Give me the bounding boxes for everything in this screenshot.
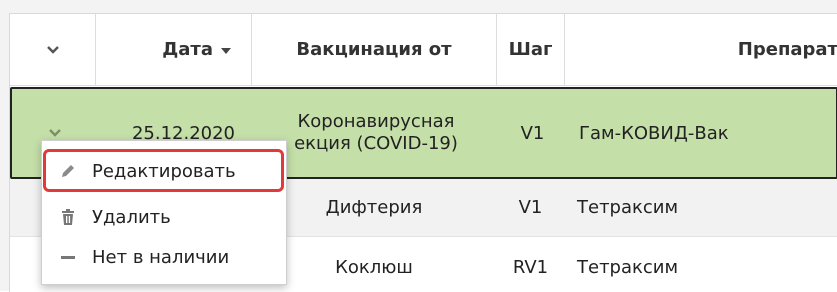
- cell-step: V1: [520, 122, 545, 144]
- expand-all-toggle[interactable]: [10, 14, 95, 85]
- table-header: Дата Вакцинация от Шаг Препарат: [10, 14, 837, 86]
- cell-vaccination: Коронавирусная екция (COVID-19): [254, 89, 498, 177]
- cell-vaccination-line1: Коронавирусная: [297, 111, 455, 132]
- cell-vaccination: Коклюш: [335, 256, 413, 278]
- minus-icon: [58, 247, 78, 267]
- cell-step: V1: [518, 197, 543, 218]
- row-context-menu: Редактировать Удалить Нет в наличии: [41, 140, 287, 285]
- column-header-date[interactable]: Дата: [96, 14, 251, 85]
- menu-item-edit[interactable]: Редактировать: [42, 151, 286, 191]
- cell-drug: Тетраксим: [577, 256, 679, 278]
- trash-icon: [58, 207, 78, 227]
- column-header-drug[interactable]: Препарат: [565, 14, 837, 85]
- sort-desc-icon: [221, 47, 231, 54]
- column-header-vaccination[interactable]: Вакцинация от: [252, 14, 496, 85]
- menu-item-out-of-stock[interactable]: Нет в наличии: [42, 237, 286, 277]
- menu-item-delete[interactable]: Удалить: [42, 197, 286, 237]
- cell-drug: Тетраксим: [577, 197, 679, 218]
- page-background: Дата Вакцинация от Шаг Препарат 25.12.20…: [0, 0, 837, 292]
- menu-item-delete-label: Удалить: [92, 206, 171, 228]
- pencil-icon: [58, 161, 78, 181]
- cell-step: RV1: [512, 256, 549, 278]
- chevron-down-icon: [48, 129, 61, 137]
- column-header-date-label: Дата: [162, 39, 213, 60]
- chevron-down-icon: [46, 45, 59, 54]
- menu-item-out-of-stock-label: Нет в наличии: [92, 246, 230, 268]
- cell-vaccination: Дифтерия: [325, 197, 423, 218]
- column-header-step[interactable]: Шаг: [497, 14, 564, 85]
- menu-item-edit-label: Редактировать: [92, 160, 236, 182]
- cell-drug: Гам-КОВИД-Вак: [579, 122, 729, 144]
- cell-vaccination-line2: екция (COVID-19): [294, 133, 458, 154]
